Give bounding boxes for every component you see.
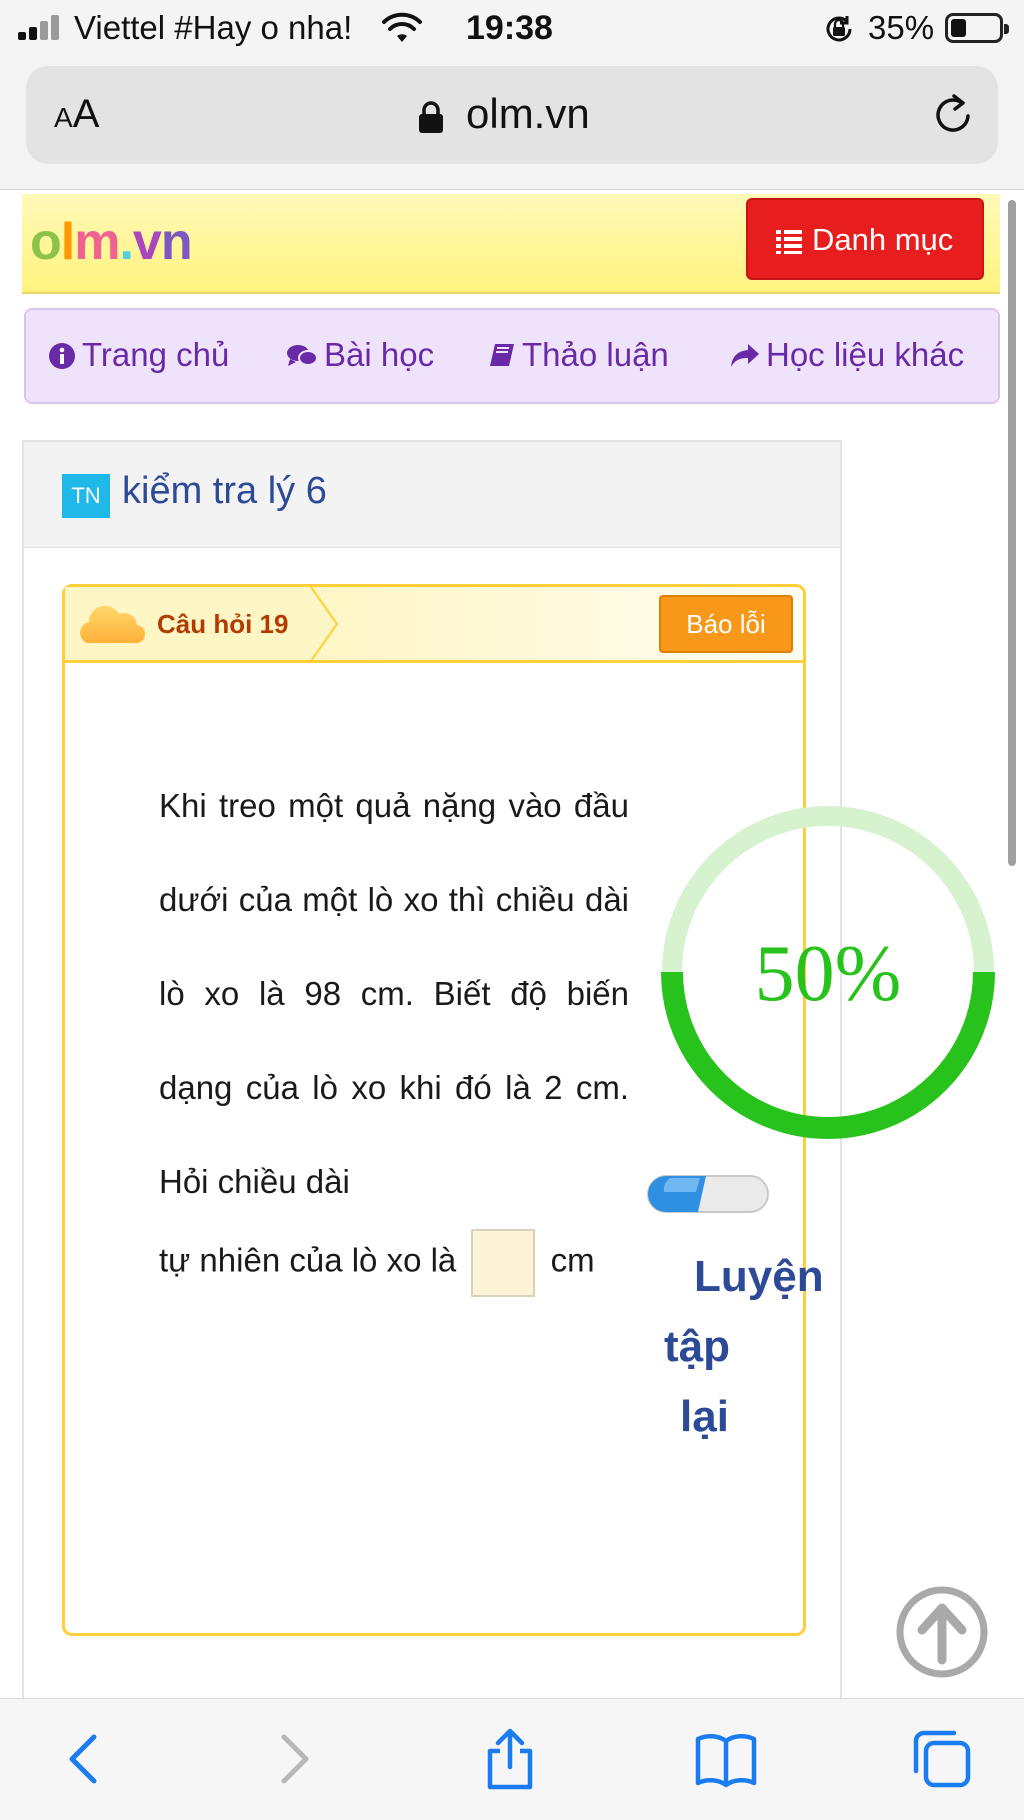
browser-toolbar xyxy=(0,1698,1024,1820)
retry-word-2: tập xyxy=(664,1322,730,1371)
retry-word-1: Luyện xyxy=(694,1252,824,1301)
question-header: Câu hỏi 19 Báo lỗi xyxy=(65,587,803,663)
cloud-icon xyxy=(80,605,146,644)
site-logo[interactable]: olm.vn xyxy=(30,212,193,272)
question-number: Câu hỏi 19 xyxy=(157,609,289,639)
wifi-icon xyxy=(382,12,422,42)
answer-input[interactable] xyxy=(471,1229,536,1297)
main-nav: Trang chủ Bài học Thảo luận Học liệu khá… xyxy=(24,308,1000,404)
nav-label: Học liệu khác xyxy=(766,336,965,373)
chat-icon xyxy=(287,345,318,366)
lock-icon xyxy=(419,101,443,133)
reload-icon[interactable] xyxy=(930,90,978,138)
nav-item-lessons[interactable]: Bài học xyxy=(286,336,434,374)
quiz-title[interactable]: kiểm tra lý 6 xyxy=(122,470,327,513)
tab-edge xyxy=(310,587,339,661)
nav-item-other-materials[interactable]: Học liệu khác xyxy=(728,336,964,374)
rotation-lock-icon xyxy=(826,16,852,42)
progress-ring: 50% xyxy=(661,806,995,1139)
nav-label: Bài học xyxy=(324,336,435,373)
nav-label: Trang chủ xyxy=(82,336,230,373)
status-time: 19:38 xyxy=(466,9,553,47)
carrier-name: Viettel #Hay o nha! xyxy=(74,9,353,46)
nav-label: Thảo luận xyxy=(522,336,669,373)
url-text[interactable]: olm.vn xyxy=(466,90,590,138)
bookmarks-icon[interactable] xyxy=(694,1727,758,1791)
share-icon xyxy=(731,344,759,367)
progress-toggle[interactable] xyxy=(646,1174,770,1214)
category-menu-button[interactable]: Danh mục xyxy=(746,198,984,280)
answer-line: tự nhiên của lò xo là cm xyxy=(159,1229,595,1297)
report-error-button[interactable]: Báo lỗi xyxy=(659,595,793,653)
share-icon[interactable] xyxy=(478,1727,542,1791)
quiz-type-badge: TN xyxy=(62,474,110,518)
battery-percent: 35% xyxy=(868,9,935,46)
retry-button[interactable]: Luyện tập lại xyxy=(664,1242,864,1452)
status-bar: Viettel #Hay o nha! 19:38 35% xyxy=(0,0,1024,58)
retry-word-3: lại xyxy=(680,1392,729,1441)
nav-item-discussion[interactable]: Thảo luận xyxy=(488,336,669,374)
battery-icon xyxy=(945,13,1009,43)
list-icon xyxy=(776,230,802,254)
browser-chrome: AA olm.vn xyxy=(0,58,1024,190)
back-icon[interactable] xyxy=(52,1727,116,1791)
text-size-button[interactable]: AA xyxy=(54,92,99,137)
address-bar[interactable]: AA olm.vn xyxy=(26,66,998,164)
answer-unit: cm xyxy=(550,1241,595,1279)
info-icon xyxy=(49,343,75,369)
progress-text: 50% xyxy=(755,930,902,1018)
answer-prefix: tự nhiên của lò xo là xyxy=(159,1241,457,1279)
book-icon xyxy=(490,344,514,366)
scroll-to-top-icon[interactable] xyxy=(896,1586,988,1678)
forward-icon[interactable] xyxy=(262,1727,326,1791)
quiz-card-header: TN kiểm tra lý 6 xyxy=(24,442,840,548)
nav-item-home[interactable]: Trang chủ xyxy=(48,336,229,374)
page-scrollbar[interactable] xyxy=(1008,200,1016,866)
site-header: olm.vn Danh mục xyxy=(22,194,1000,294)
category-menu-label: Danh mục xyxy=(812,222,954,257)
tabs-icon[interactable] xyxy=(910,1727,974,1791)
signal-icon xyxy=(18,14,64,40)
question-text: Khi treo một quả nặng vào đầu dưới của m… xyxy=(159,787,629,1200)
